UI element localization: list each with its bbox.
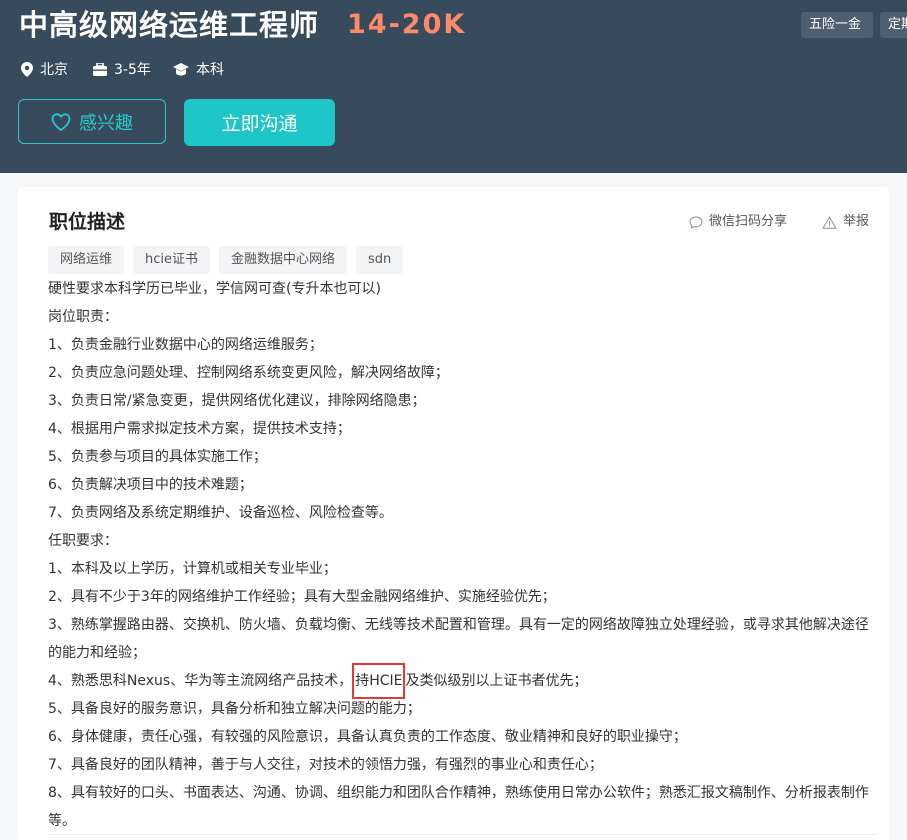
- line-text-before: 4、熟悉思科Nexus、华为等主流网络产品技术，: [48, 673, 353, 689]
- description-line: 7、负责网络及系统定期维护、设备巡检、风险检查等。: [48, 505, 393, 521]
- warning-triangle-icon: [822, 215, 837, 229]
- skill-tags: 网络运维 hcie证书 金融数据中心网络 sdn: [48, 246, 412, 274]
- share-label: 微信扫码分享: [709, 214, 788, 229]
- description-line: 7、具备良好的团队精神，善于与人交往，对技术的领悟力强，有强烈的事业心和责任心；: [48, 757, 603, 773]
- job-header: 中高级网络运维工程师 14-20K 五险一金 定期 北京 3-5年 本科 感兴趣…: [0, 0, 907, 173]
- job-experience-text: 3-5年: [114, 62, 151, 78]
- report-button[interactable]: 举报: [822, 213, 869, 231]
- job-city-text: 北京: [40, 62, 68, 78]
- skill-tag: 金融数据中心网络: [219, 246, 348, 274]
- description-line: 4、根据用户需求拟定技术方案，提供技术支持；: [48, 421, 351, 437]
- welfare-tag: 定期: [880, 12, 907, 38]
- chat-now-button[interactable]: 立即沟通: [184, 99, 335, 146]
- job-description-card: 职位描述 微信扫码分享 举报 网络运维 hcie证书 金融数据中心网络 sdn …: [18, 187, 889, 840]
- report-label: 举报: [843, 214, 870, 229]
- description-line: 6、负责解决项目中的技术难题；: [48, 477, 253, 493]
- description-line: 2、负责应急问题处理、控制网络系统变更风险，解决网络故障；: [48, 365, 449, 381]
- job-education-text: 本科: [196, 62, 224, 78]
- description-line: 3、熟练掌握路由器、交换机、防火墙、负载均衡、无线等技术配置和管理。具有一定的网…: [48, 617, 869, 661]
- job-education: 本科: [173, 59, 224, 79]
- skill-tag: sdn: [356, 246, 404, 274]
- description-line: 1、本科及以上学历，计算机或相关专业毕业；: [48, 561, 337, 577]
- chat-bubble-icon: [689, 215, 703, 229]
- interest-button[interactable]: 感兴趣: [18, 99, 166, 144]
- divider: [48, 834, 878, 835]
- briefcase-icon: [93, 62, 107, 76]
- skill-tag: hcie证书: [133, 246, 211, 274]
- description-line: 1、负责金融行业数据中心的网络运维服务；: [48, 337, 323, 353]
- interest-button-label: 感兴趣: [79, 112, 133, 134]
- description-line: 2、具有不少于3年的网络维护工作经验；具有大型金融网络维护、实施经验优先；: [48, 589, 556, 605]
- description-line: 岗位职责：: [48, 309, 118, 325]
- section-title: 职位描述: [49, 211, 126, 233]
- description-line: 8、具有较好的口头、书面表达、沟通、协调、组织能力和团队合作精神，熟练使用日常办…: [48, 785, 869, 829]
- welfare-tag: 五险一金: [801, 12, 873, 38]
- line-text-after: 及类似级别以上证书者优先；: [405, 673, 588, 689]
- salary: 14-20K: [347, 9, 467, 40]
- wechat-share-button[interactable]: 微信扫码分享: [689, 213, 787, 231]
- skill-tag: 网络运维: [48, 246, 125, 274]
- highlight-box: 持HCIE: [352, 663, 406, 699]
- location-pin-icon: [21, 61, 33, 77]
- description-line: 3、负责日常/紧急变更，提供网络优化建议，排除网络隐患；: [48, 393, 426, 409]
- job-title: 中高级网络运维工程师: [19, 8, 320, 42]
- description-line: 6、身体健康，责任心强，有较强的风险意识，具备认真负责的工作态度、敬业精神和良好…: [48, 729, 687, 745]
- description-line: 5、具备良好的服务意识，具备分析和独立解决问题的能力；: [48, 701, 421, 717]
- job-city: 北京: [21, 59, 68, 79]
- description-line-highlighted: 4、熟悉思科Nexus、华为等主流网络产品技术， 持HCIE 及类似级别以上证书者优…: [48, 663, 878, 699]
- heart-icon: [51, 112, 71, 131]
- job-experience: 3-5年: [93, 59, 151, 79]
- description-line: 任职要求：: [48, 533, 118, 549]
- description-line: 5、负责参与项目的具体实施工作；: [48, 449, 267, 465]
- graduation-cap-icon: [173, 62, 189, 75]
- job-description-text: 硬性要求本科学历已毕业，学信网可查(专升本也可以) 岗位职责： 1、负责金融行业…: [48, 275, 878, 835]
- description-line: 硬性要求本科学历已毕业，学信网可查(专升本也可以): [48, 281, 381, 297]
